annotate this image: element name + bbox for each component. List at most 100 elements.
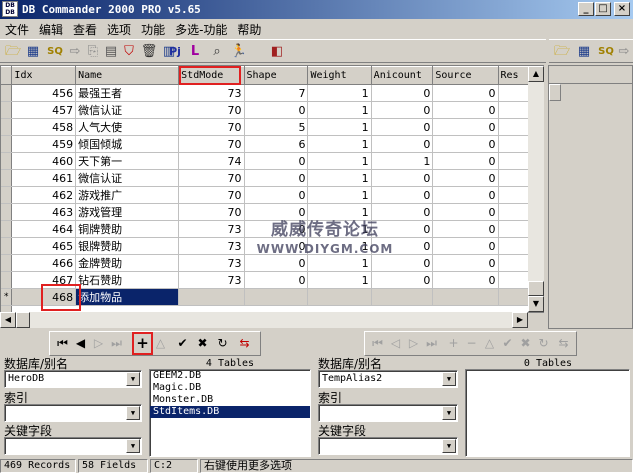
table-row[interactable]: 467 钻石赞助 73 0 1 0 0 bbox=[1, 271, 543, 289]
row-indicator[interactable] bbox=[1, 152, 13, 170]
cell-idx[interactable]: 466 bbox=[11, 254, 77, 272]
table-icon[interactable]: ▦ bbox=[24, 43, 42, 60]
chevron-down-icon[interactable]: ▼ bbox=[442, 406, 456, 420]
scroll-up-button[interactable]: ▲ bbox=[528, 66, 544, 82]
column-header-idx[interactable]: Idx bbox=[11, 66, 77, 85]
app-icon[interactable]: DB DB bbox=[2, 1, 18, 17]
row-indicator[interactable] bbox=[1, 101, 13, 119]
new-row-cell[interactable] bbox=[178, 288, 245, 306]
title-bar[interactable]: DB DB DB Commander 2000 PRO v5.65 _ □ × bbox=[0, 0, 633, 19]
nav2-edit-icon[interactable]: △ bbox=[481, 335, 498, 352]
data-grid[interactable]: Idx Name StdMode Shape Weight Anicount S… bbox=[0, 65, 544, 313]
column-header-stdmode[interactable]: StdMode bbox=[178, 66, 245, 85]
cell-idx[interactable]: 460 bbox=[11, 152, 77, 170]
nav2-delete-icon[interactable]: − bbox=[463, 335, 480, 352]
column-header-anicount[interactable]: Anicount bbox=[371, 66, 434, 85]
maximize-button[interactable]: □ bbox=[595, 2, 611, 16]
scroll-left-button[interactable]: ◀ bbox=[0, 312, 16, 328]
cell-name[interactable]: 金牌赞助 bbox=[75, 254, 180, 272]
nav-first-icon[interactable]: ⏮ bbox=[54, 335, 71, 352]
table-list-item[interactable]: GEEM2.DB bbox=[150, 370, 310, 382]
cell-shape[interactable]: 0 bbox=[244, 271, 309, 289]
row-indicator[interactable] bbox=[1, 118, 13, 136]
cell-name[interactable]: 银牌赞助 bbox=[75, 237, 180, 255]
cell-weight[interactable]: 1 bbox=[307, 237, 372, 255]
cell-name[interactable]: 最强王者 bbox=[75, 84, 180, 102]
cell-source[interactable]: 0 bbox=[432, 152, 499, 170]
chevron-down-icon[interactable]: ▼ bbox=[442, 439, 456, 453]
table-row[interactable]: 458 人气大使 70 5 1 0 0 bbox=[1, 118, 543, 136]
new-row-cell[interactable] bbox=[371, 288, 434, 306]
menu-view[interactable]: 查看 bbox=[68, 19, 102, 38]
right-index-select[interactable]: ▼ bbox=[318, 404, 458, 422]
cell-anicount[interactable]: 0 bbox=[371, 271, 434, 289]
cell-name[interactable]: 铜牌赞助 bbox=[75, 220, 180, 238]
filter-icon[interactable]: ⛉ bbox=[120, 43, 138, 60]
table-list-item[interactable]: Monster.DB bbox=[150, 394, 310, 406]
horizontal-scrollbar[interactable]: ◀ ▶ bbox=[0, 312, 528, 328]
cell-weight[interactable]: 1 bbox=[307, 254, 372, 272]
nav2-refresh-icon[interactable]: ↻ bbox=[535, 335, 552, 352]
cell-stdmode[interactable]: 73 bbox=[178, 237, 245, 255]
cell-stdmode[interactable]: 73 bbox=[178, 254, 245, 272]
cell-shape[interactable]: 6 bbox=[244, 135, 309, 153]
cell-stdmode[interactable]: 73 bbox=[178, 220, 245, 238]
sql-icon[interactable]: SQ bbox=[46, 43, 64, 60]
close-button[interactable]: × bbox=[614, 2, 630, 16]
cell-anicount[interactable]: 0 bbox=[371, 203, 434, 221]
chevron-down-icon[interactable]: ▼ bbox=[126, 406, 140, 420]
cell-weight[interactable]: 1 bbox=[307, 271, 372, 289]
rename-icon[interactable]: ▤ bbox=[102, 43, 120, 60]
nav2-insert-icon[interactable]: + bbox=[445, 335, 462, 352]
row-indicator[interactable] bbox=[1, 186, 13, 204]
table-row[interactable]: 466 金牌赞助 73 0 1 0 0 bbox=[1, 254, 543, 272]
cell-shape[interactable]: 0 bbox=[244, 186, 309, 204]
chevron-down-icon[interactable]: ▼ bbox=[126, 372, 140, 386]
nav-prior-icon[interactable]: ◀ bbox=[72, 335, 89, 352]
open-folder-icon-2[interactable]: 🗁 bbox=[553, 43, 571, 60]
right-table-list[interactable] bbox=[465, 369, 630, 457]
vertical-scrollbar[interactable]: ▲ ▼ bbox=[528, 66, 544, 312]
secondary-grid[interactable] bbox=[548, 65, 633, 329]
nav-next-icon[interactable]: ▷ bbox=[90, 335, 107, 352]
cell-name[interactable]: 倾国倾城 bbox=[75, 135, 180, 153]
cell-shape[interactable]: 7 bbox=[244, 84, 309, 102]
table-row[interactable]: 459 倾国倾城 70 6 1 0 0 bbox=[1, 135, 543, 153]
cell-weight[interactable]: 1 bbox=[307, 84, 372, 102]
copy-icon[interactable]: ⎘ bbox=[84, 43, 102, 60]
table-row[interactable]: 461 微信认证 70 0 1 0 0 bbox=[1, 169, 543, 187]
cell-idx[interactable]: 457 bbox=[11, 101, 77, 119]
cell-anicount[interactable]: 0 bbox=[371, 237, 434, 255]
move-icon-2[interactable]: ⇨ bbox=[615, 43, 633, 60]
cell-weight[interactable]: 1 bbox=[307, 186, 372, 204]
chevron-down-icon[interactable]: ▼ bbox=[442, 372, 456, 386]
nav-insert-icon[interactable]: + bbox=[134, 335, 151, 352]
left-table-list[interactable]: GEEM2.DB Magic.DB Monster.DB StdItems.DB bbox=[149, 369, 311, 457]
hscroll-thumb[interactable] bbox=[16, 312, 30, 328]
menu-options[interactable]: 选项 bbox=[102, 19, 136, 38]
cell-stdmode[interactable]: 70 bbox=[178, 118, 245, 136]
new-row-name[interactable]: 添加物品 bbox=[75, 288, 180, 306]
table-row[interactable]: 464 铜牌赞助 73 0 1 0 0 bbox=[1, 220, 543, 238]
cell-weight[interactable]: 1 bbox=[307, 101, 372, 119]
cell-source[interactable]: 0 bbox=[432, 101, 499, 119]
row-indicator[interactable] bbox=[1, 169, 13, 187]
menu-edit[interactable]: 编辑 bbox=[34, 19, 68, 38]
cell-idx[interactable]: 461 bbox=[11, 169, 77, 187]
cell-name[interactable]: 游戏管理 bbox=[75, 203, 180, 221]
cell-idx[interactable]: 462 bbox=[11, 186, 77, 204]
table-icon-2[interactable]: ▦ bbox=[575, 43, 593, 60]
left-db-select[interactable]: HeroDB ▼ bbox=[4, 370, 142, 388]
cell-name[interactable]: 人气大使 bbox=[75, 118, 180, 136]
cell-source[interactable]: 0 bbox=[432, 118, 499, 136]
scroll-thumb[interactable] bbox=[528, 281, 544, 296]
cell-source[interactable]: 0 bbox=[432, 84, 499, 102]
cell-stdmode[interactable]: 74 bbox=[178, 152, 245, 170]
cell-stdmode[interactable]: 70 bbox=[178, 101, 245, 119]
cell-anicount[interactable]: 0 bbox=[371, 135, 434, 153]
cell-stdmode[interactable]: 73 bbox=[178, 271, 245, 289]
cell-stdmode[interactable]: 70 bbox=[178, 169, 245, 187]
cell-shape[interactable]: 0 bbox=[244, 254, 309, 272]
table-row[interactable]: 463 游戏管理 70 0 1 0 0 bbox=[1, 203, 543, 221]
table-row[interactable]: 457 微信认证 70 0 1 0 0 bbox=[1, 101, 543, 119]
